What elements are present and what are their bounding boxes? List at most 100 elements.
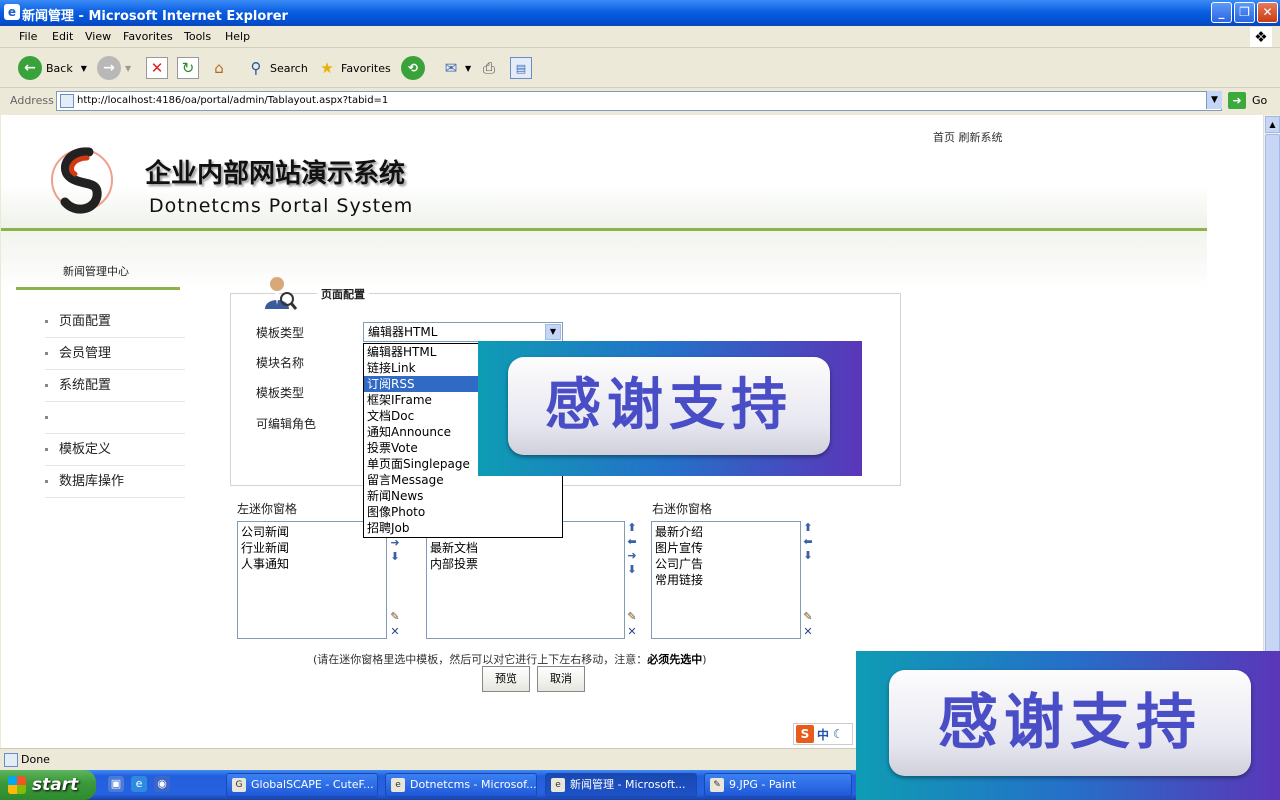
list-item[interactable]: 内部投票 — [430, 556, 621, 572]
taskbar-item-news-admin[interactable]: e 新闻管理 - Microsoft... — [545, 773, 697, 797]
overlay-banner-text: 感谢支持 — [889, 670, 1251, 776]
restore-button[interactable]: ❐ — [1234, 2, 1255, 23]
stop-button[interactable]: ✕ — [146, 54, 171, 82]
address-dropdown-icon[interactable]: ▼ — [1206, 91, 1222, 109]
list-item[interactable]: 行业新闻 — [241, 540, 383, 556]
taskbar-item-paint[interactable]: ✎ 9.JPG - Paint — [704, 773, 852, 797]
ie-quicklaunch-icon[interactable]: e — [131, 776, 147, 792]
search-label: Search — [270, 61, 308, 75]
sidebar-item-label: 页面配置 — [59, 314, 112, 329]
taskbar-item-cuteftp[interactable]: G GlobalSCAPE - CuteF... — [226, 773, 378, 797]
taskbar-item-dotnetcms[interactable]: e Dotnetcms - Microsof... — [385, 773, 537, 797]
start-button[interactable]: start — [0, 770, 96, 800]
menu-file[interactable]: File — [19, 30, 37, 43]
list-item[interactable]: 常用链接 — [655, 572, 797, 588]
delete-icon[interactable]: ✕ — [626, 626, 638, 638]
list-item[interactable]: 最新介绍 — [655, 524, 797, 540]
address-input[interactable]: http://localhost:4186/oa/portal/admin/Ta… — [56, 91, 1222, 111]
ime-language[interactable]: 中 — [817, 726, 829, 743]
dropdown-option[interactable]: 招聘Job — [364, 520, 562, 536]
move-right-icon[interactable]: ➜ — [626, 550, 638, 562]
media-quicklaunch-icon[interactable]: ◉ — [154, 776, 170, 792]
scroll-up-icon[interactable]: ▲ — [1265, 116, 1280, 133]
scroll-thumb[interactable] — [1265, 134, 1280, 728]
dropdown-option[interactable]: 新闻News — [364, 488, 562, 504]
sidebar-item-empty[interactable] — [45, 402, 185, 434]
move-up-icon[interactable]: ⬆ — [802, 522, 814, 534]
minimize-button[interactable]: _ — [1211, 2, 1232, 23]
refresh-button[interactable]: ↻ — [177, 54, 202, 82]
close-button[interactable]: ✕ — [1257, 2, 1278, 23]
print-button[interactable]: ⎙ — [478, 54, 503, 82]
back-button[interactable]: ← Back ▼ — [18, 54, 87, 82]
menu-edit[interactable]: Edit — [52, 30, 73, 43]
edit-pencil-icon[interactable]: ✎ — [389, 611, 401, 623]
edit-pencil-icon[interactable]: ✎ — [626, 611, 638, 623]
move-right-icon[interactable]: ➜ — [389, 537, 401, 549]
status-text: Done — [21, 753, 50, 766]
edit-button[interactable]: ▤ — [510, 54, 535, 82]
mail-button[interactable]: ✉ ▼ — [440, 54, 471, 82]
forward-button[interactable]: → ▼ — [97, 54, 131, 82]
left-pane-list[interactable]: 公司新闻 行业新闻 人事通知 — [237, 521, 387, 639]
overlay-banner: 感谢支持 — [478, 341, 862, 476]
delete-icon[interactable]: ✕ — [802, 626, 814, 638]
edit-pencil-icon[interactable]: ✎ — [802, 611, 814, 623]
preview-button[interactable]: 预览 — [482, 666, 530, 692]
move-down-icon[interactable]: ⬇ — [389, 551, 401, 563]
delete-icon[interactable]: ✕ — [389, 626, 401, 638]
mail-dropdown-icon[interactable]: ▼ — [465, 64, 471, 73]
go-button[interactable]: ➜ Go — [1228, 92, 1267, 109]
list-item[interactable]: 公司广告 — [655, 556, 797, 572]
task-label: GlobalSCAPE - CuteF... — [251, 778, 374, 791]
overlay-banner: 感谢支持 — [856, 651, 1280, 800]
menu-favorites[interactable]: Favorites — [123, 30, 173, 43]
sidebar-item-templates[interactable]: 模板定义 — [45, 434, 185, 466]
window-titlebar[interactable]: e 新闻管理 - Microsoft Internet Explorer _ ❐… — [0, 0, 1280, 26]
dropdown-option[interactable]: 图像Photo — [364, 504, 562, 520]
move-down-icon[interactable]: ⬇ — [802, 550, 814, 562]
bullet-icon — [45, 320, 48, 323]
right-pane-list[interactable]: 最新介绍 图片宣传 公司广告 常用链接 — [651, 521, 801, 639]
center-pane-list[interactable]: 最新文档 内部投票 — [426, 521, 625, 639]
sidebar-item-label: 系统配置 — [59, 378, 112, 393]
sidebar-item-system-config[interactable]: 系统配置 — [45, 370, 185, 402]
chevron-down-icon[interactable]: ▼ — [545, 324, 561, 340]
hint-main: (请在迷你窗格里选中模板，然后可以对它进行上下左右移动，注意： — [313, 653, 648, 666]
list-item[interactable]: 图片宣传 — [655, 540, 797, 556]
move-up-icon[interactable]: ⬆ — [626, 522, 638, 534]
cancel-button[interactable]: 取消 — [537, 666, 585, 692]
moon-icon[interactable]: ☾ — [833, 727, 844, 741]
search-button[interactable]: ⚲ Search — [245, 54, 308, 82]
favorites-button[interactable]: ★ Favorites — [316, 54, 390, 82]
sidebar-item-members[interactable]: 会员管理 — [45, 338, 185, 370]
toolbar: ← Back ▼ → ▼ ✕ ↻ ⌂ ⚲ Search ★ Favorites … — [0, 48, 1280, 88]
menu-help[interactable]: Help — [225, 30, 250, 43]
top-links[interactable]: 首页 刷新系统 — [933, 129, 1003, 145]
forward-dropdown-icon[interactable]: ▼ — [125, 64, 131, 73]
home-button[interactable]: ⌂ — [208, 54, 233, 82]
list-item[interactable]: 人事通知 — [241, 556, 383, 572]
page-done-icon — [4, 753, 18, 767]
history-button[interactable]: ⟲ — [401, 54, 429, 82]
bullet-icon — [45, 352, 48, 355]
menu-view[interactable]: View — [85, 30, 111, 43]
ime-toolbar[interactable]: S 中 ☾ — [793, 723, 853, 745]
move-left-icon[interactable]: ⬅ — [626, 536, 638, 548]
move-left-icon[interactable]: ⬅ — [802, 536, 814, 548]
template-type-select[interactable]: 编辑器HTML ▼ — [363, 322, 563, 342]
site-title-cn: 企业内部网站演示系统 — [145, 159, 406, 189]
menu-tools[interactable]: Tools — [184, 30, 211, 43]
overlay-banner-text: 感谢支持 — [508, 357, 830, 455]
back-dropdown-icon[interactable]: ▼ — [81, 64, 87, 73]
restore-icon: ❐ — [1239, 5, 1250, 19]
sidebar-item-page-config[interactable]: 页面配置 — [45, 306, 185, 338]
task-label: 9.JPG - Paint — [729, 778, 797, 791]
list-item[interactable]: 公司新闻 — [241, 524, 383, 540]
list-item[interactable]: 最新文档 — [430, 540, 621, 556]
sidebar-item-database[interactable]: 数据库操作 — [45, 466, 185, 498]
show-desktop-icon[interactable]: ▣ — [108, 776, 124, 792]
select-value: 编辑器HTML — [368, 325, 438, 339]
sidebar-divider — [16, 287, 180, 290]
move-down-icon[interactable]: ⬇ — [626, 564, 638, 576]
